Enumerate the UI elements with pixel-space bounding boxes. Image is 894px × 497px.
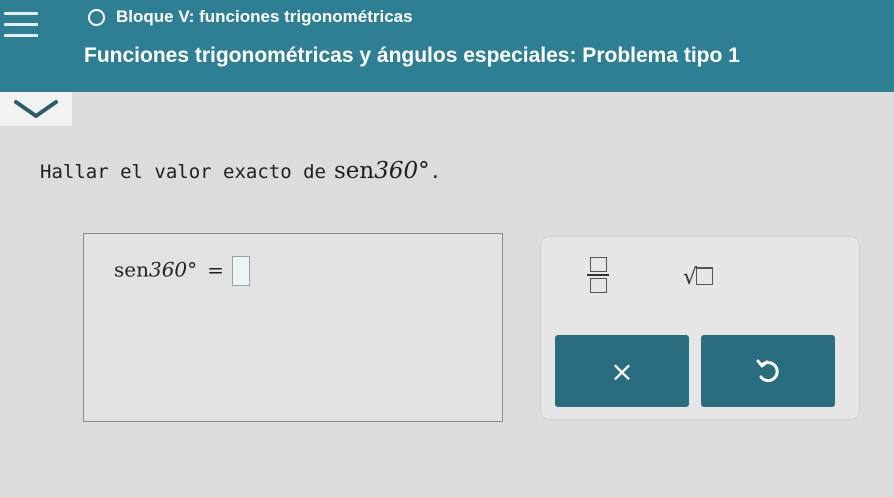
collapse-button[interactable] xyxy=(0,92,72,126)
fraction-icon xyxy=(583,257,613,293)
undo-icon xyxy=(756,359,779,382)
question-math: sen360° xyxy=(334,158,430,184)
question-prompt: Hallar el valor exacto de xyxy=(40,161,326,183)
answer-func: sen xyxy=(114,257,149,282)
question-angle: 360° xyxy=(374,158,430,184)
answer-input[interactable] xyxy=(231,256,250,286)
chevron-down-icon xyxy=(14,100,58,118)
clear-button[interactable]: × xyxy=(555,335,689,407)
circle-icon xyxy=(88,9,105,26)
sqrt-icon: √ xyxy=(683,265,714,290)
question-period: . xyxy=(429,161,442,183)
equals-sign: = xyxy=(207,257,224,282)
page-title: Funciones trigonométricas y ángulos espe… xyxy=(84,44,740,67)
sqrt-button[interactable]: √ xyxy=(683,265,714,290)
question-func: sen xyxy=(333,158,375,184)
undo-button[interactable] xyxy=(701,335,835,407)
menu-icon[interactable] xyxy=(4,12,38,44)
breadcrumb: Bloque V: funciones trigonométricas xyxy=(116,7,413,26)
answer-angle: 360° xyxy=(148,257,198,282)
question-text: Hallar el valor exacto de sen360°. xyxy=(40,158,441,184)
answer-area: sen360° = xyxy=(83,233,503,422)
answer-equation: sen360° = xyxy=(114,256,250,286)
top-header: Bloque V: funciones trigonométricas Func… xyxy=(0,0,894,92)
fraction-button[interactable] xyxy=(583,255,613,299)
close-icon: × xyxy=(610,354,634,388)
math-tool-panel: √ × xyxy=(540,236,860,420)
